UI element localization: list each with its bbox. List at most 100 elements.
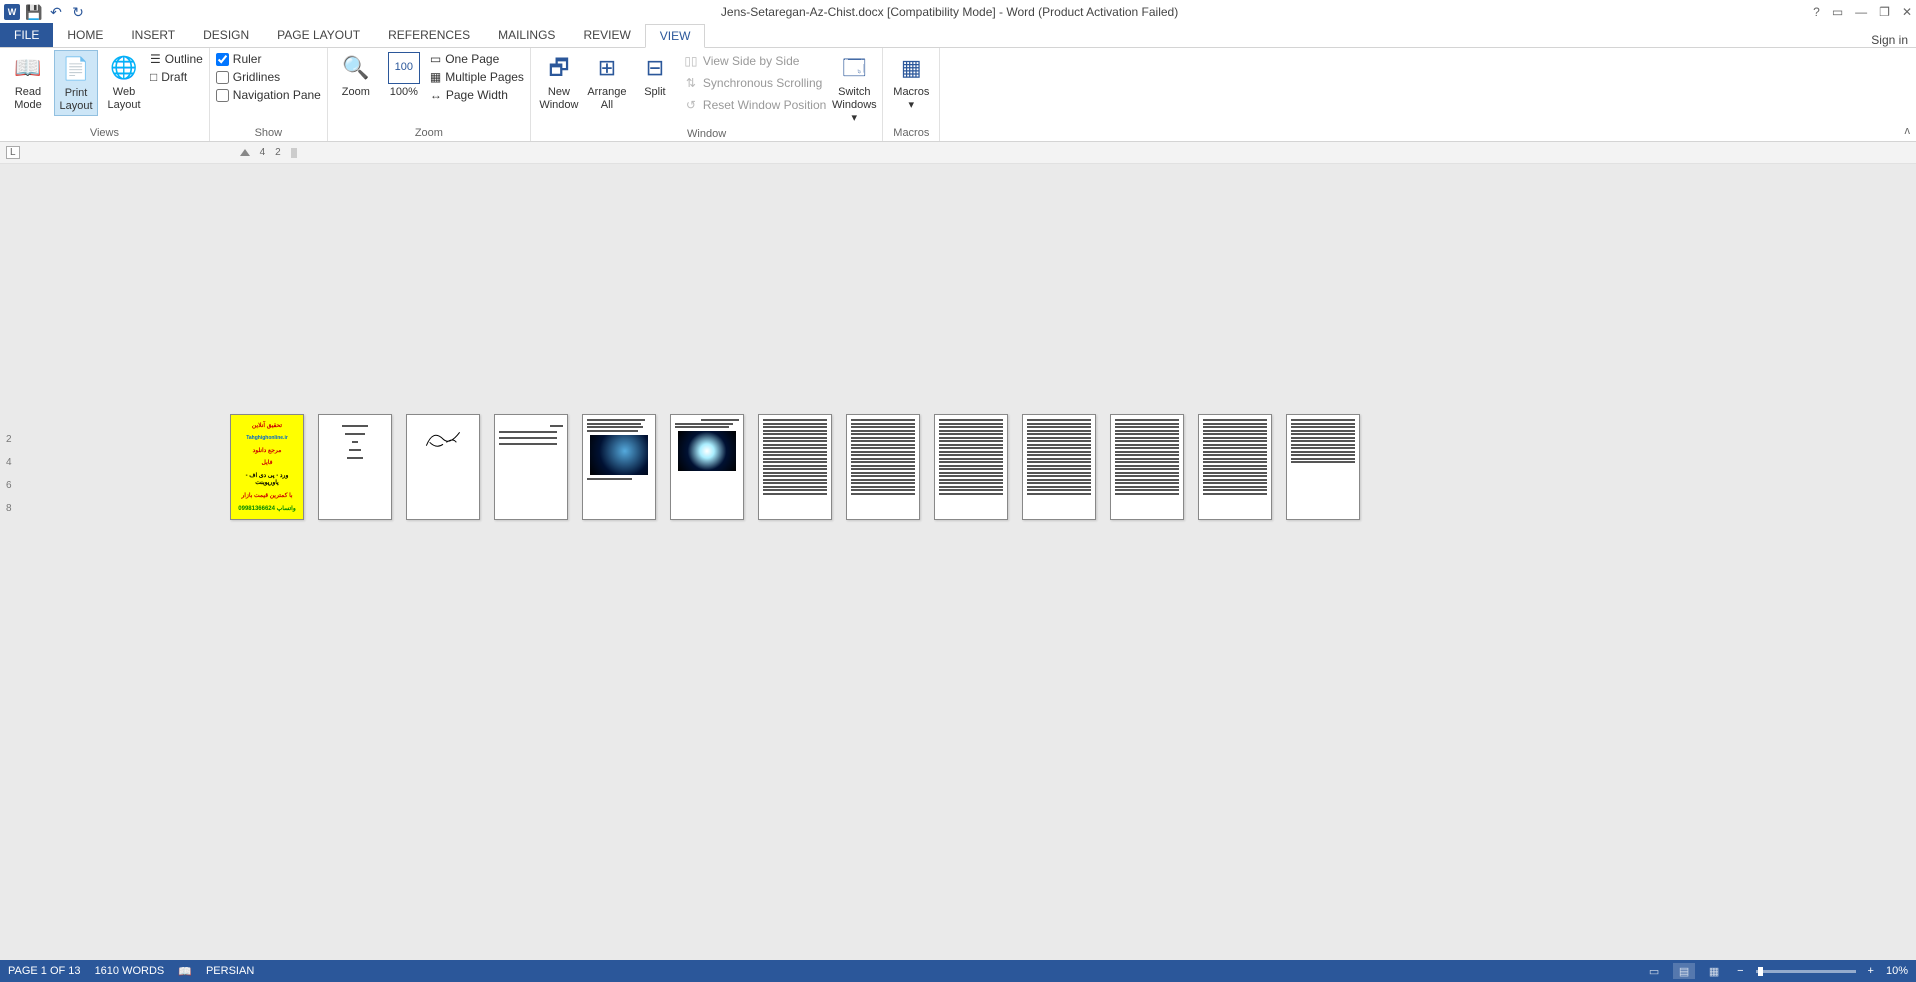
cover-line1: تحقیق آنلاین	[235, 422, 299, 429]
ribbon-tabs: FILE HOME INSERT DESIGN PAGE LAYOUT REFE…	[0, 24, 1916, 48]
help-icon[interactable]: ?	[1813, 5, 1820, 19]
split-button[interactable]: ⊟ Split	[633, 50, 677, 101]
draft-button[interactable]: □ Draft	[150, 70, 203, 84]
gridlines-checkbox[interactable]: Gridlines	[216, 70, 321, 84]
page-count[interactable]: PAGE 1 OF 13	[8, 965, 81, 977]
page-thumb-9[interactable]	[934, 414, 1008, 520]
page-width-button[interactable]: ↔ Page Width	[430, 88, 524, 102]
quick-access-toolbar: W 💾 ↶ ↻	[4, 4, 86, 20]
ribbon-options-icon[interactable]: ▭	[1832, 5, 1843, 19]
maximize-icon[interactable]: ❐	[1879, 5, 1890, 19]
sign-in-link[interactable]: Sign in	[1871, 33, 1916, 47]
one-page-button[interactable]: ▭ One Page	[430, 52, 524, 66]
print-layout-button[interactable]: 📄 Print Layout	[54, 50, 98, 116]
switch-windows-button[interactable]: 🗔 Switch Windows ▾	[832, 50, 876, 128]
group-zoom: 🔍 Zoom 100 100% ▭ One Page ▦ Multiple Pa…	[328, 48, 531, 141]
cover-line6: با کمترین قیمت بازار	[235, 492, 299, 499]
navpane-checkbox[interactable]: Navigation Pane	[216, 88, 321, 102]
web-layout-button[interactable]: 🌐 Web Layout	[102, 50, 146, 114]
cover-line7: واتساپ 09981366624	[235, 505, 299, 512]
tab-home[interactable]: HOME	[53, 23, 117, 47]
page-thumb-1[interactable]: تحقیق آنلاین Tahghighonline.ir مرجع دانل…	[230, 414, 304, 520]
one-page-icon: ▭	[430, 52, 441, 66]
ruler-label: Ruler	[233, 52, 262, 66]
close-icon[interactable]: ✕	[1902, 5, 1912, 19]
cover-line4: فایل	[235, 459, 299, 466]
tab-file[interactable]: FILE	[0, 23, 53, 47]
collapse-ribbon-icon[interactable]: ʌ	[1905, 125, 1911, 137]
group-show-label: Show	[216, 127, 321, 141]
print-layout-view-icon[interactable]: ▤	[1673, 963, 1695, 979]
reset-position-icon: ↺	[683, 97, 699, 113]
arrange-all-label: Arrange All	[587, 86, 627, 112]
tab-stop-selector[interactable]: L	[6, 146, 20, 159]
cover-line3: مرجع دانلود	[235, 447, 299, 454]
tab-insert[interactable]: INSERT	[117, 23, 189, 47]
group-views: 📖 Read Mode 📄 Print Layout 🌐 Web Layout …	[0, 48, 210, 141]
margin-marker-icon[interactable]	[291, 148, 297, 158]
page-thumb-13[interactable]	[1286, 414, 1360, 520]
tab-mailings[interactable]: MAILINGS	[484, 23, 569, 47]
ruler-checkbox[interactable]: Ruler	[216, 52, 321, 66]
page-thumb-8[interactable]	[846, 414, 920, 520]
macros-button[interactable]: ▦ Macros▾	[889, 50, 933, 114]
read-mode-view-icon[interactable]: ▭	[1643, 963, 1665, 979]
side-by-side-label: View Side by Side	[703, 54, 800, 68]
tab-review[interactable]: REVIEW	[569, 23, 644, 47]
sync-scroll-icon: ⇅	[683, 75, 699, 91]
word-count[interactable]: 1610 WORDS	[95, 965, 165, 977]
reset-position-button: ↺ Reset Window Position	[681, 96, 828, 114]
language-indicator[interactable]: PERSIAN	[206, 965, 254, 977]
new-window-button[interactable]: 🗗 New Window	[537, 50, 581, 114]
minimize-icon[interactable]: —	[1855, 5, 1867, 19]
page-thumb-2[interactable]	[318, 414, 392, 520]
page-thumb-5[interactable]	[582, 414, 656, 520]
comet-image-icon	[590, 435, 648, 475]
save-icon[interactable]: 💾	[26, 4, 42, 20]
undo-icon[interactable]: ↶	[48, 4, 64, 20]
tab-design[interactable]: DESIGN	[189, 23, 263, 47]
page-thumb-12[interactable]	[1198, 414, 1272, 520]
new-window-icon: 🗗	[543, 52, 575, 84]
zoom-button[interactable]: 🔍 Zoom	[334, 50, 378, 101]
web-layout-view-icon[interactable]: ▦	[1703, 963, 1725, 979]
page-thumb-3[interactable]	[406, 414, 480, 520]
navpane-check-input[interactable]	[216, 89, 229, 102]
zoom-percent[interactable]: 10%	[1886, 965, 1908, 977]
page-thumb-6[interactable]	[670, 414, 744, 520]
zoom-thumb[interactable]	[1758, 967, 1763, 976]
split-icon: ⊟	[639, 52, 671, 84]
page-thumb-11[interactable]	[1110, 414, 1184, 520]
document-area[interactable]: 2 4 6 8 تحقیق آنلاین Tahghighonline.ir م…	[0, 164, 1916, 960]
spellcheck-icon[interactable]: 📖	[178, 965, 192, 978]
ruler-tick-4: 4	[260, 147, 266, 158]
outline-button[interactable]: ☰ Outline	[150, 52, 203, 66]
ruler-check-input[interactable]	[216, 53, 229, 66]
web-layout-icon: 🌐	[108, 52, 140, 84]
redo-icon[interactable]: ↻	[70, 4, 86, 20]
tab-references[interactable]: REFERENCES	[374, 23, 484, 47]
zoom-out-button[interactable]: −	[1733, 965, 1747, 977]
new-window-label: New Window	[539, 86, 579, 112]
page-thumb-7[interactable]	[758, 414, 832, 520]
vruler-6: 6	[6, 480, 12, 491]
tab-page-layout[interactable]: PAGE LAYOUT	[263, 23, 374, 47]
vertical-ruler[interactable]: 2 4 6 8	[6, 434, 12, 514]
zoom-100-button[interactable]: 100 100%	[382, 50, 426, 101]
zoom-slider[interactable]	[1756, 970, 1856, 973]
ruler-markers: 4 2	[240, 147, 297, 158]
read-mode-button[interactable]: 📖 Read Mode	[6, 50, 50, 114]
view-side-by-side-button: ▯▯ View Side by Side	[681, 52, 828, 70]
multiple-pages-button[interactable]: ▦ Multiple Pages	[430, 70, 524, 84]
zoom-in-button[interactable]: +	[1864, 965, 1878, 977]
tab-view[interactable]: VIEW	[645, 24, 706, 48]
horizontal-ruler[interactable]: L 4 2	[0, 142, 1916, 164]
indent-marker-icon[interactable]	[240, 149, 250, 156]
page-thumb-10[interactable]	[1022, 414, 1096, 520]
page-thumb-4[interactable]	[494, 414, 568, 520]
gridlines-check-input[interactable]	[216, 71, 229, 84]
multiple-pages-label: Multiple Pages	[445, 70, 524, 84]
vruler-2: 2	[6, 434, 12, 445]
arrange-all-button[interactable]: ⊞ Arrange All	[585, 50, 629, 114]
title-bar: W 💾 ↶ ↻ Jens-Setaregan-Az-Chist.docx [Co…	[0, 0, 1916, 24]
